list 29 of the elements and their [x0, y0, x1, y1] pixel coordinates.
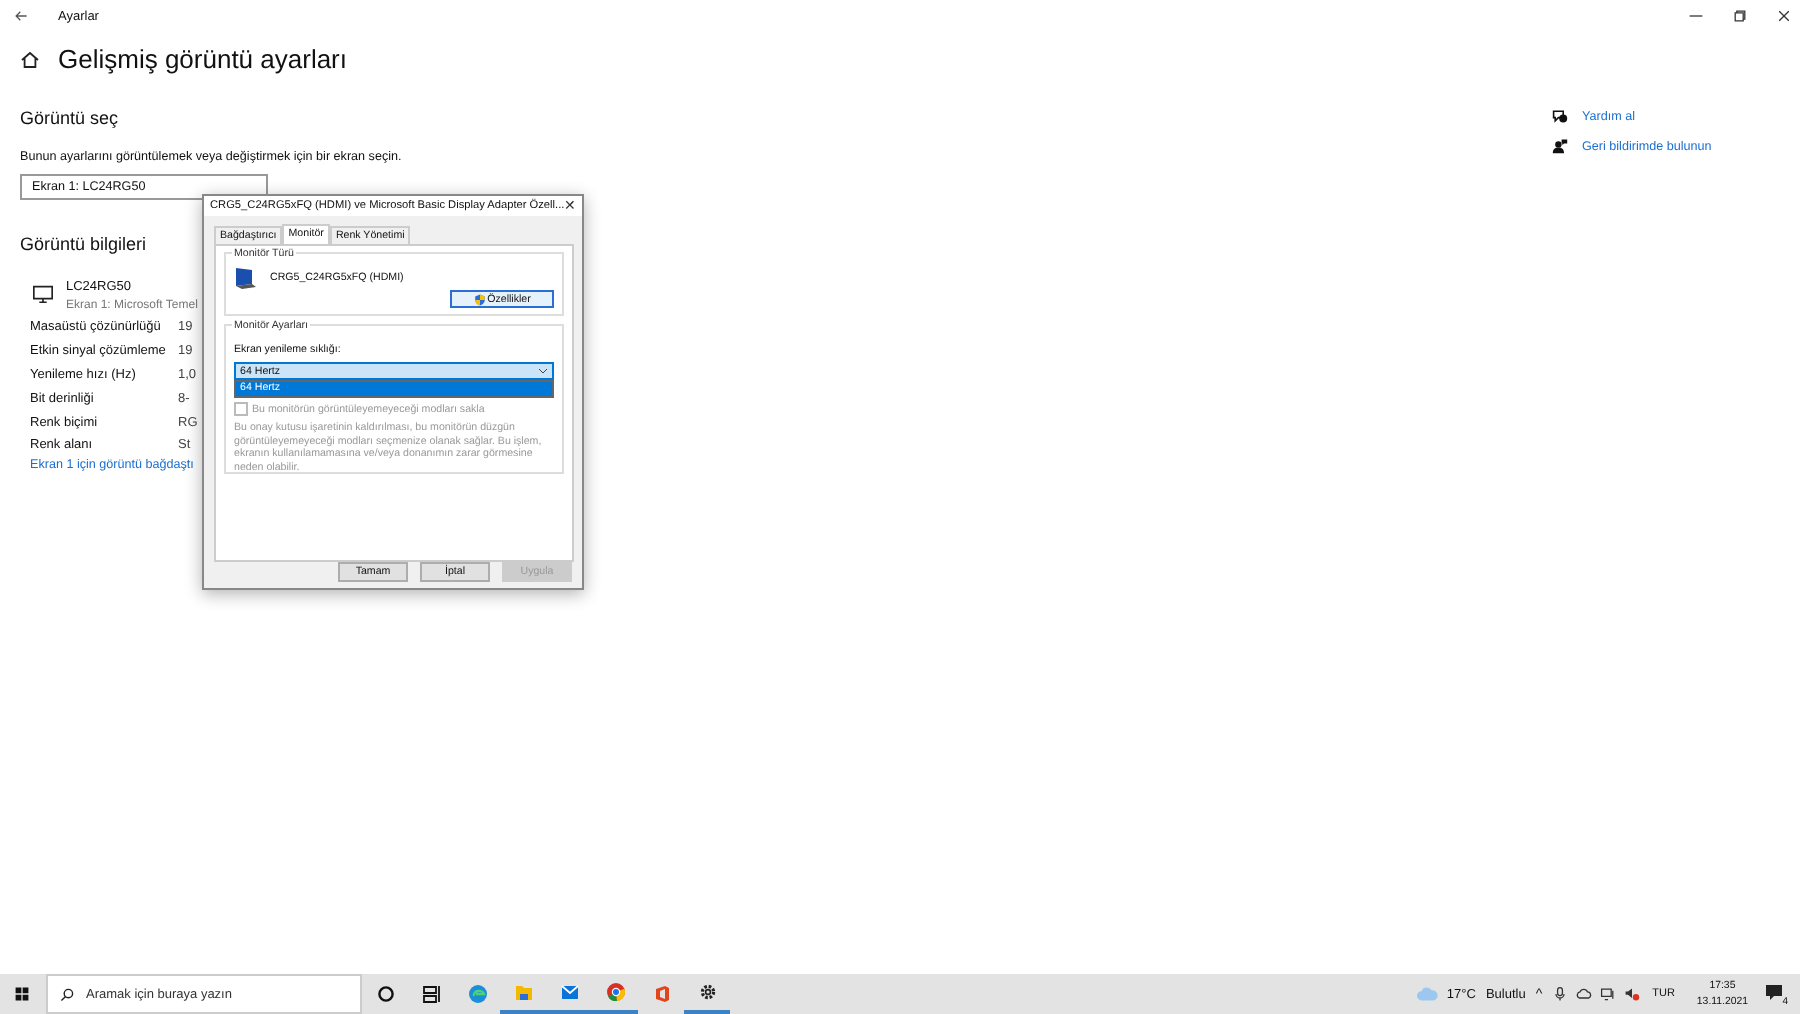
page-title: Gelişmiş görüntü ayarları	[58, 44, 347, 74]
microphone-icon[interactable]	[1552, 986, 1569, 1002]
cloud-storage-icon[interactable]	[1576, 986, 1593, 1002]
speaker-muted-icon[interactable]	[1624, 986, 1641, 1002]
swirl-icon	[467, 984, 487, 1004]
task-view-icon	[421, 984, 441, 1004]
chevron-icon	[538, 368, 548, 374]
shield-icon	[473, 293, 486, 305]
section-heading: Görüntü seç	[20, 108, 119, 128]
restore-icon[interactable]	[1732, 8, 1748, 24]
home-icon[interactable]	[20, 49, 40, 69]
notification-icon	[1764, 982, 1784, 1002]
search-icon	[60, 987, 74, 1001]
back-arrow-icon[interactable]	[14, 10, 28, 22]
settings-icon	[697, 982, 717, 1002]
help-chat-icon	[1552, 108, 1568, 124]
browser-icon	[605, 982, 625, 1002]
section-heading: Görüntü bilgileri	[20, 234, 147, 254]
monitor-icon	[32, 284, 54, 304]
mail-icon	[559, 982, 579, 1002]
network-icon[interactable]	[1600, 986, 1617, 1002]
folder-icon	[513, 982, 533, 1002]
circle-icon	[375, 984, 395, 1004]
feedback-person-icon	[1552, 138, 1568, 154]
close-icon[interactable]	[1776, 8, 1792, 24]
windows-logo-icon[interactable]	[14, 986, 30, 1002]
monitor-icon	[234, 266, 258, 290]
office-icon	[651, 984, 671, 1004]
cloud-icon	[1416, 986, 1439, 1002]
